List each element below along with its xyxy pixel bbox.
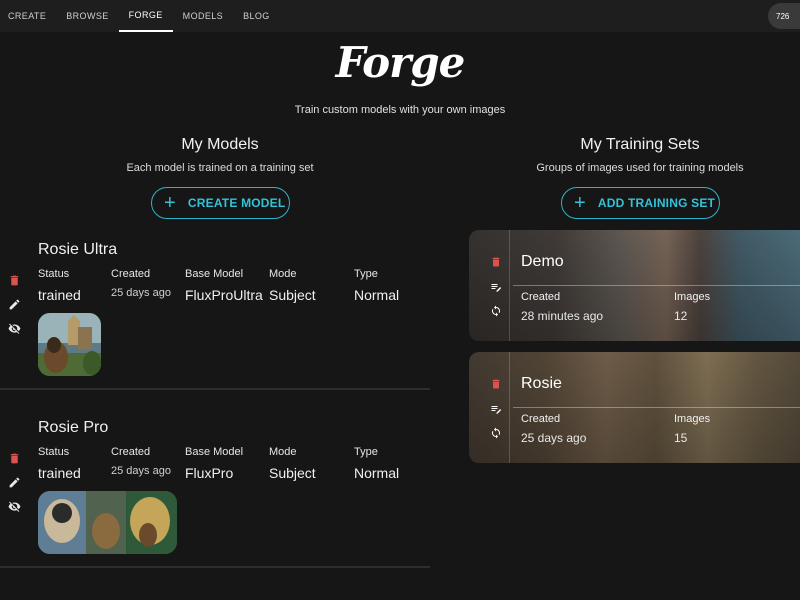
my-models-title: My Models xyxy=(181,136,259,153)
model-thumbnail[interactable] xyxy=(38,313,101,376)
model-name: Rosie Ultra xyxy=(38,241,118,258)
model-divider xyxy=(0,566,430,568)
mode-value: Subject xyxy=(269,465,316,481)
created-label: Created xyxy=(111,268,151,280)
mode-value: Subject xyxy=(269,287,316,303)
base-model-label: Base Model xyxy=(185,446,244,458)
base-model-value: FluxProUltra xyxy=(185,287,263,303)
model-divider xyxy=(0,388,430,390)
nav-blog[interactable]: BLOG xyxy=(233,0,280,32)
edit-list-icon[interactable] xyxy=(489,280,502,293)
add-training-set-button[interactable]: + ADD TRAINING SET xyxy=(561,187,720,219)
card-divider xyxy=(509,230,510,341)
plus-icon: + xyxy=(164,192,176,214)
type-label: Type xyxy=(354,268,378,280)
create-model-label: CREATE MODEL xyxy=(187,196,286,210)
training-set-name: Rosie xyxy=(521,375,562,392)
type-label: Type xyxy=(354,446,378,458)
pencil-icon[interactable] xyxy=(7,475,21,489)
training-set-name: Demo xyxy=(521,253,564,270)
created-value: 25 days ago xyxy=(111,465,171,477)
base-model-label: Base Model xyxy=(185,268,244,280)
card-divider xyxy=(513,407,800,408)
status-label: Status xyxy=(38,268,70,280)
mode-label: Mode xyxy=(269,268,297,280)
created-value: 25 days ago xyxy=(111,287,171,299)
sync-icon[interactable] xyxy=(489,426,502,439)
nav-forge[interactable]: FORGE xyxy=(118,0,173,32)
nav-models[interactable]: MODELS xyxy=(173,0,233,32)
trash-icon[interactable] xyxy=(7,273,21,287)
eye-off-icon[interactable] xyxy=(7,321,21,335)
created-label: Created xyxy=(521,413,561,425)
images-count: 15 xyxy=(674,431,688,445)
created-value: 28 minutes ago xyxy=(521,309,604,323)
pencil-icon[interactable] xyxy=(7,297,21,311)
created-label: Created xyxy=(111,446,151,458)
trash-icon[interactable] xyxy=(489,377,502,390)
type-value: Normal xyxy=(354,287,400,303)
nav-create[interactable]: CREATE xyxy=(0,0,56,32)
created-value: 25 days ago xyxy=(521,431,587,445)
tagline: Train custom models with your own images xyxy=(294,104,506,116)
plus-icon: + xyxy=(574,192,586,214)
model-name: Rosie Pro xyxy=(38,419,109,436)
training-sets-title: My Training Sets xyxy=(580,136,700,153)
base-model-value: FluxPro xyxy=(185,465,234,481)
training-set-card[interactable]: Demo Created Images 28 minutes ago 12 xyxy=(469,230,800,341)
nav-browse[interactable]: BROWSE xyxy=(56,0,118,32)
created-label: Created xyxy=(521,291,561,303)
add-training-set-label: ADD TRAINING SET xyxy=(597,196,716,210)
credits-badge[interactable]: 726 xyxy=(768,3,800,29)
status-value: trained xyxy=(38,287,81,303)
card-divider xyxy=(513,285,800,286)
training-set-card[interactable]: Rosie Created Images 25 days ago 15 xyxy=(469,352,800,463)
edit-list-icon[interactable] xyxy=(489,402,502,415)
trash-icon[interactable] xyxy=(489,255,502,268)
type-value: Normal xyxy=(354,465,400,481)
trash-icon[interactable] xyxy=(7,451,21,465)
eye-off-icon[interactable] xyxy=(7,499,21,513)
mode-label: Mode xyxy=(269,446,297,458)
training-sets-subtitle: Groups of images used for training model… xyxy=(536,162,744,174)
card-divider xyxy=(509,352,510,463)
images-label: Images xyxy=(674,413,711,425)
my-models-subtitle: Each model is trained on a training set xyxy=(126,162,314,174)
sync-icon[interactable] xyxy=(489,304,502,317)
forge-logo: Forge xyxy=(335,38,466,87)
images-label: Images xyxy=(674,291,711,303)
status-label: Status xyxy=(38,446,70,458)
create-model-button[interactable]: + CREATE MODEL xyxy=(151,187,290,219)
images-count: 12 xyxy=(674,309,688,323)
top-nav: CREATE BROWSE FORGE MODELS BLOG 726 xyxy=(0,0,800,32)
model-thumbnail[interactable] xyxy=(38,491,177,554)
status-value: trained xyxy=(38,465,81,481)
